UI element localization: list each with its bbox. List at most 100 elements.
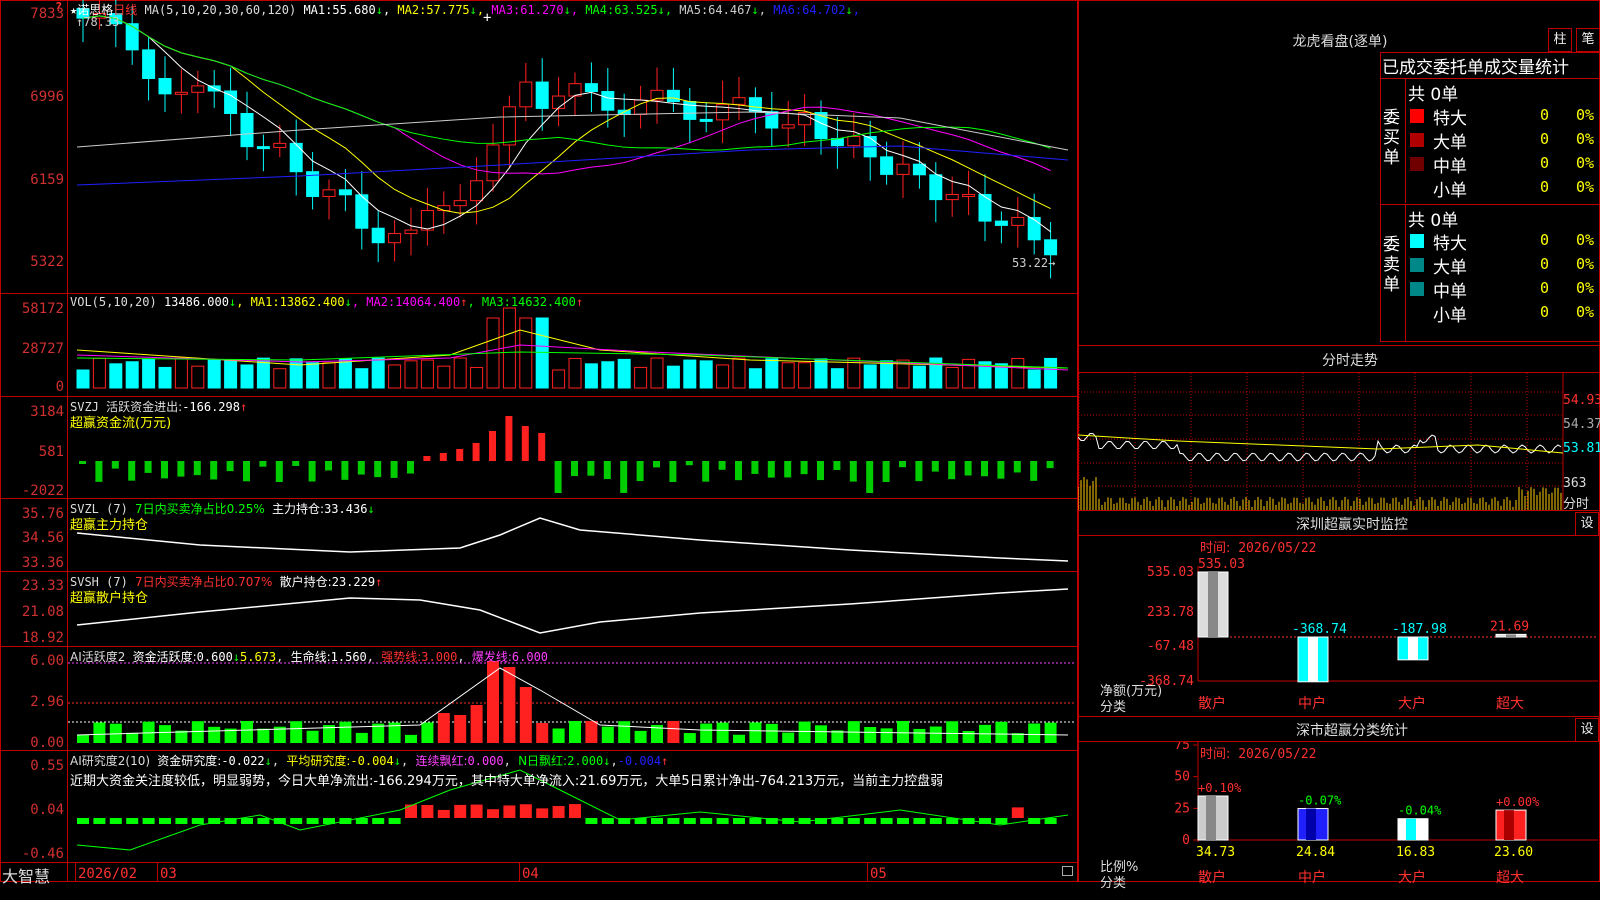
vol-ylabel: 28727 bbox=[21, 341, 64, 357]
dragon-tiger-tab[interactable]: 委托单 bbox=[1433, 58, 1484, 78]
volume-bar bbox=[437, 365, 451, 389]
svzj-bar bbox=[899, 461, 906, 468]
buy-color-swatch bbox=[1410, 133, 1424, 147]
sz-monitor-category: 大户 bbox=[1398, 695, 1426, 712]
ai-research-bar bbox=[257, 818, 270, 824]
sell-row-pct: 0% bbox=[1576, 279, 1595, 297]
ai-research-bar bbox=[159, 818, 171, 824]
ai-active-bar bbox=[519, 687, 532, 743]
volume-bar bbox=[388, 364, 402, 389]
svzj-ylabel: -2022 bbox=[21, 483, 64, 499]
ai-active-bar bbox=[569, 721, 581, 743]
candle-body bbox=[535, 81, 549, 109]
svzj-ylabel: 3184 bbox=[30, 404, 64, 420]
x-axis-label: 04 bbox=[522, 866, 539, 882]
ai-active-ylabel: 2.96 bbox=[30, 694, 64, 710]
svzj-bar bbox=[653, 461, 660, 468]
buy-group-label: 委买单 bbox=[1383, 108, 1400, 168]
svzj-bar bbox=[1046, 461, 1054, 469]
volume-bar bbox=[732, 357, 746, 389]
ai-research-bar bbox=[601, 818, 614, 824]
last-price-tag: 53.22→ bbox=[1012, 256, 1056, 270]
ai-research-bar bbox=[470, 804, 483, 818]
volume-bar bbox=[716, 364, 730, 389]
ai-active-bar bbox=[667, 721, 680, 743]
ai-active-bar bbox=[946, 721, 959, 743]
ai-research-bar bbox=[749, 818, 762, 824]
dragon-tiger-tab[interactable]: 成交量统计 bbox=[1484, 58, 1569, 78]
buy-group-sep bbox=[1405, 79, 1406, 203]
sell-color-swatch bbox=[1410, 282, 1424, 296]
svzj-bar bbox=[1030, 461, 1038, 481]
ai-active-bar bbox=[290, 721, 303, 743]
sz-monitor-settings-button[interactable]: 设 bbox=[1575, 512, 1599, 536]
ai-active-ylabel: 0.00 bbox=[30, 735, 64, 751]
volume-bar bbox=[584, 363, 598, 389]
candle-body bbox=[289, 142, 303, 173]
svzj-bar bbox=[308, 461, 316, 482]
svzj-bar bbox=[95, 461, 103, 482]
svzj-bar bbox=[554, 461, 562, 493]
column-view-button[interactable]: 柱 bbox=[1548, 28, 1572, 52]
sell-group-sep bbox=[1405, 205, 1406, 342]
sell-row-pct: 0% bbox=[1576, 231, 1595, 249]
candle-body bbox=[601, 91, 615, 111]
svzj-bar bbox=[866, 461, 874, 493]
volume-bar bbox=[880, 360, 894, 389]
vol-ylabel: 58172 bbox=[21, 301, 64, 317]
ai-research-bar bbox=[421, 804, 434, 818]
ma4-arrow: ↓ bbox=[657, 3, 665, 17]
svzj-bar bbox=[571, 461, 578, 477]
volume-bar bbox=[158, 366, 172, 389]
svzj-bar bbox=[472, 443, 480, 461]
volume-bar bbox=[748, 368, 762, 389]
svzj-bar bbox=[603, 461, 611, 480]
dragon-tiger-tab[interactable]: 已成交 bbox=[1382, 58, 1433, 78]
volume-bar bbox=[76, 369, 90, 389]
volume-bar bbox=[798, 362, 812, 389]
tick-view-button[interactable]: 笔 bbox=[1576, 28, 1600, 52]
buy-row-count: 0 bbox=[1540, 154, 1550, 172]
intraday-title: 分时走势 bbox=[1322, 353, 1378, 369]
volume-bar bbox=[683, 359, 697, 389]
sz-class-settings-button[interactable]: 设 bbox=[1575, 718, 1599, 742]
candle-body bbox=[388, 233, 402, 244]
buy-row-pct: 0% bbox=[1576, 130, 1595, 148]
svzj-bar bbox=[111, 461, 119, 469]
candle-body bbox=[502, 106, 516, 146]
ma1-line bbox=[82, 15, 1051, 233]
x-axis-tick bbox=[519, 863, 520, 881]
volume-bar bbox=[240, 364, 254, 389]
ai-active-bar bbox=[437, 713, 450, 743]
scroll-lock-icon[interactable] bbox=[1062, 866, 1073, 876]
ma-header: MA(5,10,20,30,60,120) bbox=[144, 3, 297, 17]
sep: , bbox=[664, 3, 673, 17]
sep: , bbox=[570, 3, 579, 17]
candle-body bbox=[240, 113, 254, 148]
sz-class-delta: +0.00% bbox=[1496, 795, 1540, 809]
x-axis-label: 2026/02 bbox=[78, 866, 138, 882]
volume-bar bbox=[470, 366, 484, 389]
svzj-bar bbox=[226, 461, 234, 472]
ai-active-bar bbox=[536, 723, 549, 743]
svzj-bar bbox=[521, 426, 529, 461]
sell-row-pct: 0% bbox=[1576, 255, 1595, 273]
candle-body bbox=[1011, 216, 1025, 226]
volume-bar bbox=[191, 365, 205, 389]
candle-body bbox=[699, 118, 713, 122]
sell-row-pct: 0% bbox=[1576, 303, 1595, 321]
main-chart-svg[interactable] bbox=[0, 0, 1078, 882]
sz-class-delta: -0.07% bbox=[1298, 794, 1342, 808]
volume-bar bbox=[568, 357, 582, 389]
sell-color-swatch bbox=[1410, 234, 1424, 248]
ma1-value: 55.680 bbox=[332, 3, 376, 17]
sz-monitor-category: 超大 bbox=[1496, 696, 1524, 712]
candle-body bbox=[338, 189, 352, 196]
ai-research-bar bbox=[503, 805, 516, 818]
intraday-chart[interactable] bbox=[1078, 373, 1600, 510]
price-ylabel: 7833 bbox=[30, 6, 64, 22]
sz-monitor-ylabel: 233.78 bbox=[1147, 605, 1194, 620]
buy-row-label: 大单 bbox=[1433, 133, 1467, 153]
candle-body bbox=[552, 95, 566, 109]
ai-research-bar bbox=[372, 818, 385, 824]
